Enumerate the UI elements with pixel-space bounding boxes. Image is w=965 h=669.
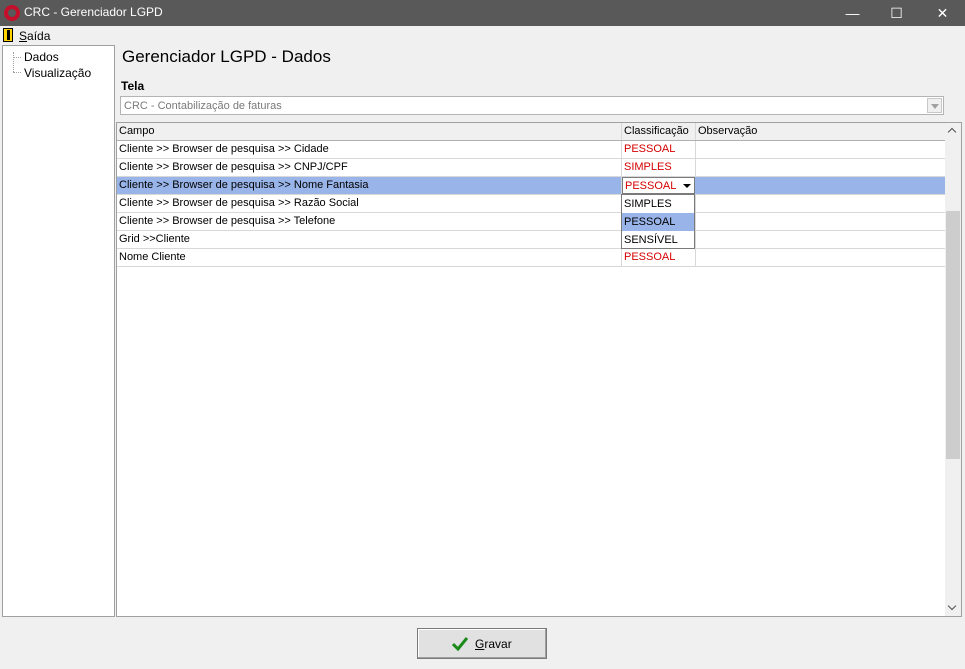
tela-label: Tela (121, 79, 145, 93)
minimize-button[interactable]: — (830, 0, 875, 26)
cell-campo[interactable]: Cliente >> Browser de pesquisa >> Nome F… (117, 177, 622, 194)
table-row[interactable]: Cliente >> Browser de pesquisa >> CNPJ/C… (117, 159, 946, 177)
chevron-down-icon[interactable] (927, 98, 942, 113)
cell-campo[interactable]: Grid >>Cliente (117, 231, 622, 248)
window-title: CRC - Gerenciador LGPD (24, 5, 163, 19)
menu-item-exit-mnemonic: S (19, 29, 28, 43)
cell-campo[interactable]: Nome Cliente (117, 249, 622, 266)
table-row[interactable]: Grid >>Cliente (117, 231, 946, 249)
scroll-down-icon[interactable] (945, 600, 961, 616)
cell-campo[interactable]: Cliente >> Browser de pesquisa >> Cidade (117, 141, 622, 158)
maximize-button[interactable]: ☐ (874, 0, 919, 26)
classification-dropdown-list: SIMPLES PESSOAL SENSÍVEL (621, 194, 695, 249)
vertical-scrollbar[interactable] (945, 123, 961, 616)
close-button[interactable]: ✕ (920, 0, 965, 26)
tree-connector (13, 52, 14, 72)
cell-observacao[interactable] (696, 177, 946, 194)
table-row-selected[interactable]: Cliente >> Browser de pesquisa >> Nome F… (117, 177, 946, 195)
cell-campo[interactable]: Cliente >> Browser de pesquisa >> Razão … (117, 195, 622, 212)
table-row[interactable]: Cliente >> Browser de pesquisa >> Cidade… (117, 141, 946, 159)
classification-combo-value: PESSOAL (625, 180, 677, 192)
cell-observacao[interactable] (696, 213, 946, 230)
menu-item-exit-label: aída (27, 29, 51, 43)
checkmark-icon (452, 637, 468, 651)
dropdown-option-simples[interactable]: SIMPLES (622, 195, 694, 213)
tree-item-dados[interactable]: Dados (24, 50, 59, 64)
table-row[interactable]: Cliente >> Browser de pesquisa >> Razão … (117, 195, 946, 213)
cell-classificacao[interactable]: PESSOAL (622, 249, 696, 266)
cell-campo[interactable]: Cliente >> Browser de pesquisa >> CNPJ/C… (117, 159, 622, 176)
table-row[interactable]: Nome Cliente PESSOAL (117, 249, 946, 267)
column-header-observacao[interactable]: Observação (696, 123, 946, 140)
cell-observacao[interactable] (696, 159, 946, 176)
crc-logo-icon (4, 5, 20, 21)
dropdown-option-pessoal[interactable]: PESSOAL (622, 213, 694, 231)
save-button[interactable]: Gravar (417, 628, 547, 659)
scroll-up-icon[interactable] (945, 123, 961, 139)
cell-observacao[interactable] (696, 141, 946, 158)
cell-observacao[interactable] (696, 249, 946, 266)
grid-header: Campo Classificação Observação (117, 123, 946, 141)
column-header-campo[interactable]: Campo (117, 123, 622, 140)
save-button-mnemonic: G (475, 637, 485, 651)
column-header-classificacao[interactable]: Classificação (622, 123, 696, 140)
navigation-tree: Dados Visualização (2, 45, 115, 617)
cell-campo[interactable]: Cliente >> Browser de pesquisa >> Telefo… (117, 213, 622, 230)
title-bar: CRC - Gerenciador LGPD — ☐ ✕ (0, 0, 965, 26)
page-title: Gerenciador LGPD - Dados (122, 47, 331, 66)
tree-connector (13, 57, 21, 58)
tree-item-visualizacao[interactable]: Visualização (24, 66, 91, 80)
cell-classificacao[interactable]: PESSOAL (622, 141, 696, 158)
screen-select-value: CRC - Contabilização de faturas (124, 100, 282, 112)
menu-item-exit[interactable]: Saída (19, 29, 50, 43)
chevron-down-icon[interactable] (683, 184, 691, 188)
cell-observacao[interactable] (696, 231, 946, 248)
save-button-label: Gravar (475, 637, 512, 651)
screen-select[interactable]: CRC - Contabilização de faturas (120, 96, 944, 115)
save-button-text: ravar (484, 637, 512, 651)
exit-door-icon[interactable] (3, 28, 13, 42)
dropdown-option-sensivel[interactable]: SENSÍVEL (622, 231, 694, 249)
tree-connector (13, 72, 21, 73)
classification-combo[interactable]: PESSOAL (622, 177, 695, 194)
scrollbar-thumb[interactable] (946, 211, 960, 459)
fields-grid: Campo Classificação Observação Cliente >… (116, 122, 962, 617)
table-row[interactable]: Cliente >> Browser de pesquisa >> Telefo… (117, 213, 946, 231)
cell-classificacao[interactable]: SIMPLES (622, 159, 696, 176)
cell-observacao[interactable] (696, 195, 946, 212)
menu-bar: Saída (0, 26, 965, 45)
